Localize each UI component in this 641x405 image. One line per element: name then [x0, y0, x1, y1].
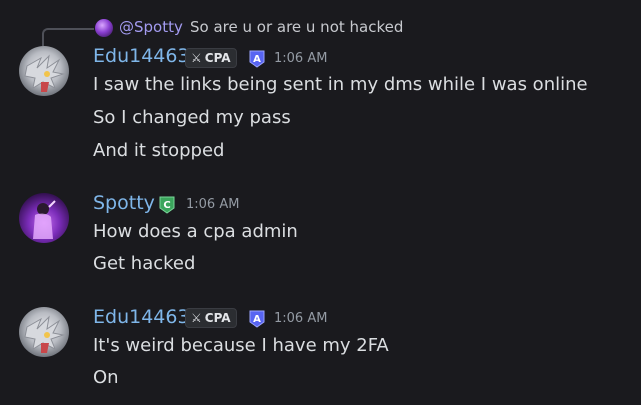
role-badge[interactable]: A — [247, 308, 267, 328]
reply-avatar[interactable] — [95, 19, 113, 37]
username[interactable]: Edu14463 — [93, 45, 190, 67]
reply-preview-text[interactable]: So are u or are u not hacked — [190, 18, 403, 36]
message-text: And it stopped — [93, 140, 225, 161]
clan-tag[interactable]: ⚔ CPA — [185, 48, 237, 68]
avatar[interactable] — [19, 46, 69, 96]
shield-c-icon: C — [159, 196, 175, 214]
sword-icon: ⚔ — [191, 311, 202, 325]
role-badge-letter: C — [163, 200, 170, 211]
clan-tag[interactable]: ⚔ CPA — [185, 308, 237, 328]
message-text: How does a cpa admin — [93, 221, 298, 242]
shield-a-icon: A — [249, 310, 265, 328]
person-avatar-icon — [33, 200, 56, 239]
clan-tag-label: CPA — [204, 311, 231, 325]
timestamp: 1:06 AM — [274, 311, 328, 326]
message-text: So I changed my pass — [93, 107, 291, 128]
message-text: I saw the links being sent in my dms whi… — [93, 74, 588, 95]
hedgehog-avatar-icon — [24, 54, 65, 92]
role-badge[interactable]: C — [157, 194, 177, 214]
username[interactable]: Spotty — [93, 192, 155, 214]
timestamp: 1:06 AM — [274, 51, 328, 66]
avatar[interactable] — [19, 193, 69, 243]
avatar[interactable] — [19, 307, 69, 357]
sword-icon: ⚔ — [191, 51, 202, 65]
reply-mention[interactable]: @Spotty — [119, 18, 183, 36]
message-text: It's weird because I have my 2FA — [93, 335, 389, 356]
message-text: On — [93, 367, 119, 388]
role-badge-letter: A — [253, 54, 261, 65]
clan-tag-label: CPA — [204, 51, 231, 65]
reply-connector-line — [42, 28, 94, 46]
role-badge-letter: A — [253, 314, 261, 325]
timestamp: 1:06 AM — [186, 197, 240, 212]
shield-a-icon: A — [249, 50, 265, 68]
username[interactable]: Edu14463 — [93, 306, 190, 328]
hedgehog-avatar-icon — [24, 315, 65, 353]
message-text: Get hacked — [93, 253, 196, 274]
role-badge[interactable]: A — [247, 48, 267, 68]
